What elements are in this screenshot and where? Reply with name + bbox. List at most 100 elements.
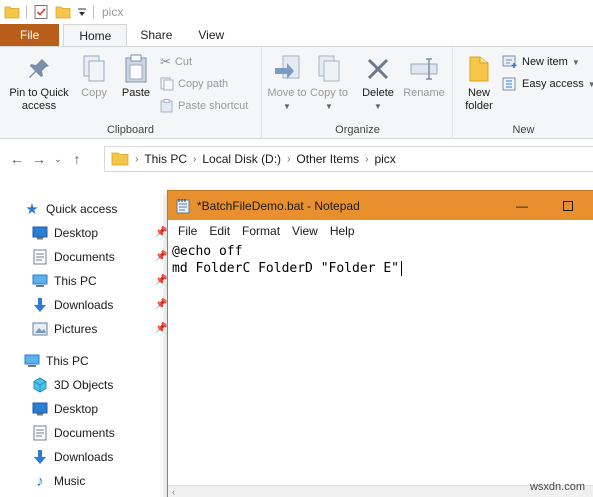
download-arrow-icon	[32, 297, 48, 313]
nav-item-label: This PC	[46, 354, 89, 368]
pin-icon[interactable]: 📌	[155, 323, 167, 334]
properties-icon[interactable]	[33, 4, 49, 20]
new-folder-quick-icon[interactable]	[55, 5, 71, 19]
copy-button[interactable]: Copy	[76, 53, 112, 100]
forward-arrow-icon[interactable]: →	[28, 151, 50, 167]
nav-item-music[interactable]: ♪ Music	[32, 470, 85, 492]
move-to-icon	[271, 53, 303, 85]
move-to-dropdown-icon: ▼	[283, 102, 291, 111]
nav-item-pictures[interactable]: Pictures	[32, 318, 97, 340]
notepad-window: *BatchFileDemo.bat - Notepad — File Edit…	[167, 190, 593, 497]
nav-item-downloads[interactable]: Downloads	[32, 294, 113, 316]
nav-item-desktop-pc[interactable]: Desktop	[32, 398, 98, 420]
easy-access-button[interactable]: Easy access ▼	[502, 75, 593, 93]
nav-item-documents[interactable]: Documents	[32, 246, 115, 268]
nav-item-quick-access[interactable]: ★ Quick access	[24, 198, 117, 220]
pin-icon[interactable]: 📌	[155, 299, 167, 310]
toolbar-separator	[93, 5, 94, 19]
customize-toolbar-icon[interactable]	[77, 6, 87, 18]
move-to-label: Move to	[267, 87, 307, 99]
rename-button[interactable]: Rename	[401, 53, 447, 100]
tab-view[interactable]: View	[185, 24, 237, 46]
menu-help[interactable]: Help	[324, 224, 361, 238]
copy-icon	[78, 53, 110, 85]
pin-icon[interactable]: 📌	[155, 251, 167, 262]
breadcrumb-chevron-icon[interactable]: ›	[135, 154, 138, 165]
move-to-button[interactable]: Move to ▼	[267, 53, 307, 113]
notepad-text-area[interactable]: @echo off md FolderC FolderD "Folder E"	[168, 242, 593, 278]
new-group-label: New	[512, 124, 535, 136]
star-icon: ★	[25, 201, 39, 218]
new-item-button[interactable]: New item ▼	[502, 53, 580, 71]
nav-item-this-pc-root[interactable]: This PC	[24, 350, 89, 372]
copy-to-button[interactable]: Copy to ▼	[309, 53, 349, 113]
clipboard-group-label: Clipboard	[106, 124, 155, 136]
new-group: New folder New item ▼ Easy access ▼ New	[454, 47, 593, 140]
breadcrumb-this-pc[interactable]: This PC	[144, 152, 187, 166]
copy-to-label: Copy to	[310, 87, 348, 99]
nav-item-label: Quick access	[46, 202, 118, 216]
nav-item-label: Documents	[54, 426, 115, 440]
breadcrumb-chevron-icon[interactable]: ›	[365, 154, 368, 165]
recent-locations-chevron-icon[interactable]: ⌄	[50, 154, 66, 165]
desktop-icon	[32, 401, 48, 417]
minimize-icon[interactable]: —	[499, 191, 545, 220]
menu-edit[interactable]: Edit	[203, 224, 236, 238]
back-arrow-icon[interactable]: ←	[6, 151, 28, 167]
nav-item-downloads-pc[interactable]: Downloads	[32, 446, 113, 468]
window-title: picx	[102, 5, 124, 19]
easy-access-dropdown-icon: ▼	[587, 79, 593, 89]
toolbar-separator	[26, 5, 27, 19]
nav-item-3d-objects[interactable]: 3D Objects	[32, 374, 113, 396]
new-folder-button[interactable]: New folder	[458, 53, 500, 113]
folder-icon	[111, 152, 129, 166]
notepad-menu-bar: File Edit Format View Help	[168, 220, 593, 242]
pin-icon	[23, 53, 55, 85]
tab-file[interactable]: File	[0, 24, 60, 46]
menu-format[interactable]: Format	[236, 224, 286, 238]
computer-icon	[24, 353, 40, 369]
nav-item-desktop[interactable]: Desktop	[32, 222, 98, 244]
address-bar[interactable]: › This PC › Local Disk (D:) › Other Item…	[104, 146, 593, 172]
nav-item-documents-pc[interactable]: Documents	[32, 422, 115, 444]
organize-group: Move to ▼ Copy to ▼ Delete ▼ Rename Orga…	[263, 47, 453, 140]
nav-item-label: Music	[54, 474, 86, 488]
pin-icon[interactable]: 📌	[155, 275, 167, 286]
scroll-left-arrow-icon[interactable]: ‹	[172, 487, 175, 497]
menu-view[interactable]: View	[286, 224, 324, 238]
cut-button[interactable]: ✂ Cut	[160, 53, 192, 71]
nav-item-this-pc[interactable]: This PC	[32, 270, 97, 292]
breadcrumb-chevron-icon[interactable]: ›	[193, 154, 196, 165]
tab-home[interactable]: Home	[63, 24, 128, 46]
paste-button[interactable]: Paste	[116, 53, 156, 100]
menu-file[interactable]: File	[172, 224, 203, 238]
computer-icon	[32, 273, 48, 289]
maximize-icon[interactable]	[545, 191, 591, 220]
paste-shortcut-button[interactable]: Paste shortcut	[160, 97, 248, 115]
breadcrumb-chevron-icon[interactable]: ›	[287, 154, 290, 165]
nav-item-label: Documents	[54, 250, 115, 264]
new-item-icon	[502, 55, 517, 68]
nav-item-label: Downloads	[54, 298, 114, 312]
copy-to-icon	[313, 53, 345, 85]
up-arrow-icon[interactable]: ↑	[66, 151, 88, 167]
delete-button[interactable]: Delete ▼	[357, 53, 399, 113]
notepad-title: *BatchFileDemo.bat - Notepad	[197, 198, 360, 213]
copy-path-button[interactable]: Copy path	[160, 75, 228, 93]
easy-access-icon	[502, 77, 516, 91]
notepad-icon	[176, 198, 190, 213]
desktop-icon	[32, 225, 48, 241]
breadcrumb-local-disk[interactable]: Local Disk (D:)	[202, 152, 281, 166]
pin-icon[interactable]: 📌	[155, 227, 167, 238]
breadcrumb-other-items[interactable]: Other Items	[296, 152, 359, 166]
documents-icon	[32, 249, 48, 265]
new-folder-label: New folder	[465, 87, 493, 112]
nav-item-label: Pictures	[54, 322, 98, 336]
delete-icon	[362, 53, 394, 85]
ribbon-tabs: File Home Share View	[0, 24, 593, 46]
tab-share[interactable]: Share	[127, 24, 185, 46]
notepad-content: @echo off md FolderC FolderD "Folder E"	[172, 244, 399, 276]
pin-to-quick-access-button[interactable]: Pin to Quick access	[4, 53, 74, 113]
breadcrumb-picx[interactable]: picx	[374, 152, 395, 166]
nav-item-label: 3D Objects	[54, 378, 114, 392]
